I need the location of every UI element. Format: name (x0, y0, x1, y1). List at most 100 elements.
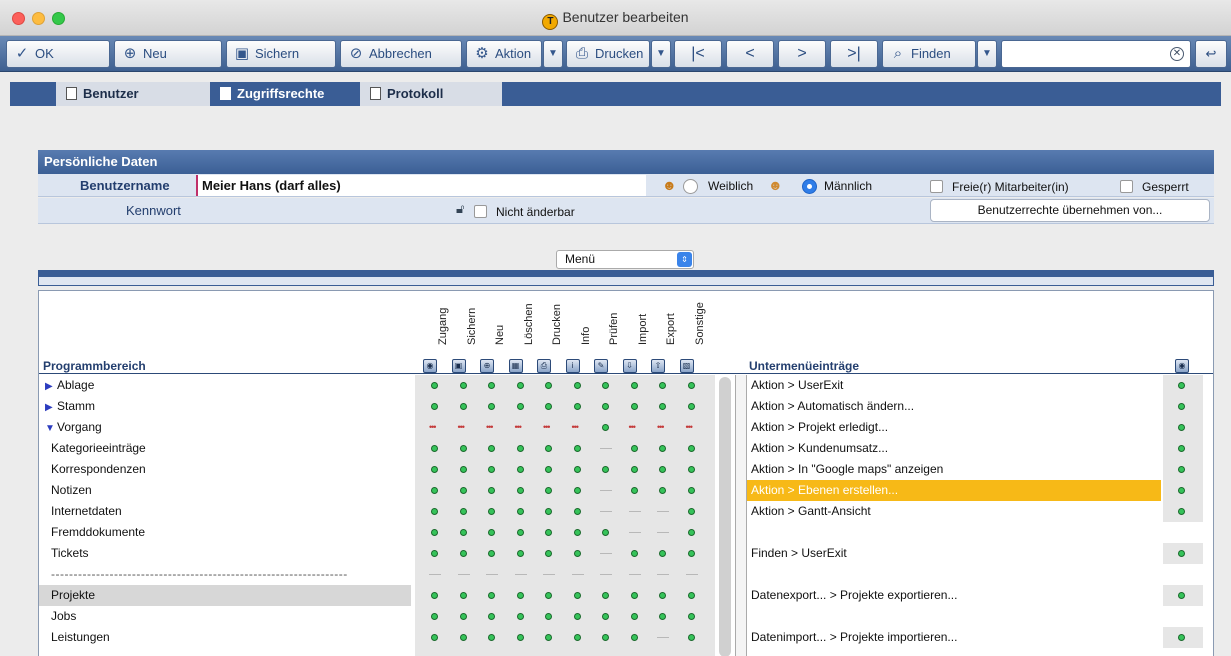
permission-granted-dot[interactable] (659, 592, 666, 599)
clear-search-icon[interactable]: ✕ (1170, 47, 1184, 61)
permission-granted-dot[interactable] (459, 466, 467, 473)
submenu-row[interactable]: Aktion > Automatisch ändern... (747, 396, 1161, 417)
permission-granted-dot[interactable] (573, 550, 581, 557)
permission-column-icon[interactable]: ⎙ (537, 359, 551, 373)
copy-rights-button[interactable]: Benutzerrechte übernehmen von... (930, 199, 1210, 222)
program-area-row[interactable]: ▶ Stamm (39, 396, 411, 417)
permission-granted-dot[interactable] (687, 613, 695, 620)
permission-granted-dot[interactable] (659, 487, 666, 494)
permission-granted-dot[interactable] (687, 466, 695, 473)
permission-partial-dots[interactable]: ••• (629, 423, 637, 432)
permission-granted-dot[interactable] (573, 634, 581, 641)
permission-none-dash[interactable] (514, 574, 527, 575)
find-dropdown-button[interactable]: ▼ (977, 40, 997, 68)
permission-column-icon[interactable]: ✎ (594, 359, 608, 373)
permission-none-dash[interactable] (600, 511, 612, 512)
program-area-row[interactable]: ▼ Vorgang (39, 417, 411, 438)
submenu-row[interactable]: Aktion > Ebenen erstellen... (747, 480, 1161, 501)
permission-granted-dot[interactable] (630, 550, 638, 557)
permission-granted-dot[interactable] (602, 403, 609, 410)
permission-granted-dot[interactable] (687, 634, 695, 641)
permission-none-dash[interactable] (628, 511, 641, 512)
permission-granted-dot[interactable] (630, 613, 638, 620)
permission-granted-dot[interactable] (687, 508, 695, 515)
permission-granted-dot[interactable] (659, 382, 666, 389)
submenu-granted-dot[interactable] (1178, 403, 1185, 410)
save-button[interactable]: ▣ Sichern (226, 40, 336, 68)
permission-granted-dot[interactable] (602, 382, 609, 389)
permission-granted-dot[interactable] (573, 487, 581, 494)
next-record-button[interactable]: > (778, 40, 826, 68)
permission-none-dash[interactable] (657, 574, 669, 575)
permission-granted-dot[interactable] (459, 403, 467, 410)
permission-granted-dot[interactable] (459, 592, 467, 599)
permission-granted-dot[interactable] (602, 634, 609, 641)
permission-column-icon[interactable]: i (565, 359, 580, 373)
permission-granted-dot[interactable] (545, 529, 552, 536)
permission-none-dash[interactable] (628, 532, 641, 533)
program-area-row[interactable]: Notizen (39, 480, 411, 501)
permission-granted-dot[interactable] (431, 634, 438, 641)
program-area-row[interactable]: ▶ Ablage (39, 375, 411, 396)
new-button[interactable]: ⊕ Neu (114, 40, 222, 68)
permission-granted-dot[interactable] (516, 382, 524, 389)
permission-granted-dot[interactable] (488, 592, 495, 599)
freelancer-checkbox[interactable] (930, 180, 943, 193)
male-radio[interactable] (802, 179, 817, 194)
permission-granted-dot[interactable] (659, 466, 666, 473)
permission-granted-dot[interactable] (573, 613, 581, 620)
permission-granted-dot[interactable] (659, 550, 666, 557)
submenu-granted-dot[interactable] (1178, 487, 1185, 494)
submenu-row[interactable]: Aktion > UserExit (747, 375, 1161, 396)
permission-granted-dot[interactable] (573, 592, 581, 599)
permission-granted-dot[interactable] (431, 487, 438, 494)
permission-none-dash[interactable] (600, 553, 612, 554)
program-area-row[interactable]: Projekte (39, 585, 411, 606)
permission-granted-dot[interactable] (431, 529, 438, 536)
permission-granted-dot[interactable] (630, 382, 638, 389)
reply-dropdown-button[interactable]: ↩ (1195, 40, 1227, 68)
permission-granted-dot[interactable] (687, 382, 695, 389)
permission-granted-dot[interactable] (431, 613, 438, 620)
program-area-row[interactable]: Tickets (39, 543, 411, 564)
permission-granted-dot[interactable] (545, 487, 552, 494)
permission-granted-dot[interactable] (630, 466, 638, 473)
permission-granted-dot[interactable] (459, 508, 467, 515)
permission-granted-dot[interactable] (659, 445, 666, 452)
permission-granted-dot[interactable] (516, 529, 524, 536)
permission-column-icon[interactable]: ⇧ (651, 359, 665, 373)
submenu-row[interactable] (747, 564, 1161, 585)
permission-partial-dots[interactable]: ••• (458, 423, 466, 432)
permission-granted-dot[interactable] (488, 403, 495, 410)
submenu-granted-dot[interactable] (1178, 634, 1185, 641)
permission-granted-dot[interactable] (516, 445, 524, 452)
program-area-row[interactable]: Korrespondenzen (39, 459, 411, 480)
username-field[interactable]: Meier Hans (darf alles) (196, 175, 646, 196)
permission-granted-dot[interactable] (630, 403, 638, 410)
search-input[interactable]: ✕ (1001, 40, 1191, 68)
permission-granted-dot[interactable] (687, 445, 695, 452)
permission-none-dash[interactable] (600, 490, 612, 491)
permission-granted-dot[interactable] (516, 508, 524, 515)
permission-granted-dot[interactable] (687, 592, 695, 599)
permissions-scrollbar[interactable] (719, 377, 731, 656)
permission-granted-dot[interactable] (545, 508, 552, 515)
permission-granted-dot[interactable] (431, 445, 438, 452)
permission-granted-dot[interactable] (516, 487, 524, 494)
permission-partial-dots[interactable]: ••• (657, 423, 665, 432)
last-record-button[interactable]: >| (830, 40, 878, 68)
permission-none-dash[interactable] (429, 574, 441, 575)
permission-column-icon[interactable]: ▣ (451, 359, 466, 373)
permission-partial-dots[interactable]: ••• (686, 423, 694, 432)
permission-granted-dot[interactable] (687, 529, 695, 536)
permission-granted-dot[interactable] (602, 529, 609, 536)
permission-granted-dot[interactable] (545, 592, 552, 599)
permission-granted-dot[interactable] (659, 613, 666, 620)
permission-none-dash[interactable] (657, 637, 669, 638)
permission-none-dash[interactable] (657, 532, 669, 533)
submenu-granted-dot[interactable] (1178, 382, 1185, 389)
permission-granted-dot[interactable] (488, 529, 495, 536)
action-button[interactable]: ⚙ Aktion (466, 40, 542, 68)
permission-granted-dot[interactable] (459, 613, 467, 620)
permission-granted-dot[interactable] (516, 466, 524, 473)
